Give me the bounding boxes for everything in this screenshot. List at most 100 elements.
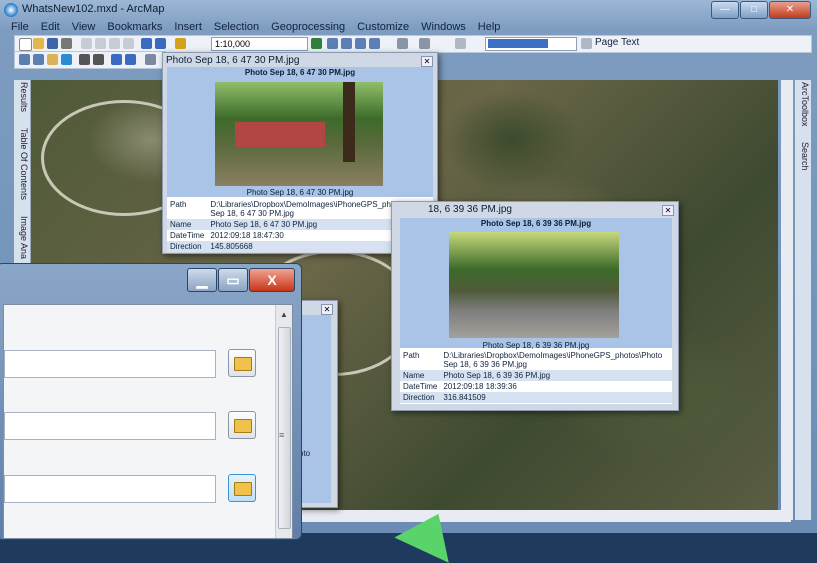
menu-help[interactable]: Help <box>473 20 506 35</box>
zoom-in-icon[interactable] <box>19 54 30 65</box>
menu-bar: File Edit View Bookmarks Insert Selectio… <box>6 20 811 35</box>
window-title: WhatsNew102.mxd - ArcMap <box>22 3 165 15</box>
menu-geoprocessing[interactable]: Geoprocessing <box>266 20 350 35</box>
arcmap-icon <box>4 3 18 17</box>
menu-view[interactable]: View <box>67 20 101 35</box>
maximize-button[interactable]: □ <box>740 1 768 19</box>
back-icon[interactable] <box>111 54 122 65</box>
redo-icon[interactable] <box>155 38 166 49</box>
page-text-menu[interactable]: Page Text <box>595 37 639 48</box>
table-row: Path D:\Libraries\Dropbox\DemoImages\iPho… <box>403 351 663 369</box>
path-field-1[interactable] <box>4 350 216 378</box>
photo-caption: Photo Sep 18, 6 47 30 PM.jpg <box>246 188 354 197</box>
map-scale-input[interactable]: 1:10,000 <box>211 37 308 51</box>
browse-button-2[interactable] <box>228 411 256 439</box>
catalog-icon[interactable] <box>341 38 352 49</box>
tab-table-of-contents[interactable]: Table Of Contents <box>15 128 29 200</box>
full-extent-icon[interactable] <box>61 54 72 65</box>
popup-body: Photo Sep 18, 6 39 36 PM.jpg Photo Sep 1… <box>400 218 672 404</box>
menu-insert[interactable]: Insert <box>169 20 207 35</box>
fixed-zoom-out-icon[interactable] <box>93 54 104 65</box>
python-icon[interactable] <box>419 38 430 49</box>
right-dock-strip: ArcToolbox Search <box>795 80 811 520</box>
tools-toolbar <box>14 51 166 69</box>
editor-icon[interactable] <box>311 38 322 49</box>
dialog-minimize-button[interactable]: ▁ <box>187 268 217 292</box>
tab-image-analysis[interactable]: Image Ana <box>15 216 29 259</box>
scroll-grip-icon: ≡ <box>279 430 285 440</box>
photo-popup-3[interactable]: ✕ oto <box>296 300 338 508</box>
search-window-icon[interactable] <box>355 38 366 49</box>
cut-icon[interactable] <box>81 38 92 49</box>
pan-icon[interactable] <box>47 54 58 65</box>
paste-icon[interactable] <box>109 38 120 49</box>
popup-title: Photo Sep 18, 6 47 30 PM.jpg <box>166 55 300 66</box>
layer-selection <box>488 39 548 48</box>
add-data-icon[interactable] <box>175 38 186 49</box>
menu-bookmarks[interactable]: Bookmarks <box>102 20 167 35</box>
layer-dropdown[interactable] <box>485 37 577 51</box>
popup-image-frame: Photo Sep 18, 6 47 30 PM.jpg <box>167 79 433 197</box>
dialog-close-button[interactable]: X <box>249 268 295 292</box>
scroll-up-arrow-icon[interactable]: ▲ <box>280 310 288 319</box>
popup-image-frame: Photo Sep 18, 6 39 36 PM.jpg <box>400 230 672 350</box>
next-icon[interactable] <box>581 38 592 49</box>
photo-caption: Photo Sep 18, 6 39 36 PM.jpg <box>482 341 590 350</box>
dialog-client-area: ▲ ≡ <box>3 304 293 539</box>
photo-popup-2[interactable]: 18, 6 39 36 PM.jpg ✕ Photo Sep 18, 6 39 … <box>391 201 679 411</box>
select-features-icon[interactable] <box>145 54 156 65</box>
browse-button-1[interactable] <box>228 349 256 377</box>
attribute-table: Path D:\Libraries\Dropbox\DemoImages\iPho… <box>400 350 672 403</box>
delete-icon[interactable] <box>123 38 134 49</box>
print-icon[interactable] <box>61 38 72 49</box>
table-row: Direction 316.841509 <box>400 392 672 403</box>
folder-icon <box>234 419 252 433</box>
caption-buttons: — □ ✕ <box>710 1 811 19</box>
path-field-2[interactable] <box>4 412 216 440</box>
dialog-caption-buttons: ▁ ▭ X <box>186 268 295 292</box>
tab-arctoolbox[interactable]: ArcToolbox <box>796 82 810 127</box>
popup-title: 18, 6 39 36 PM.jpg <box>428 204 512 215</box>
toolbox-icon[interactable] <box>369 38 380 49</box>
popup-header: Photo Sep 18, 6 47 30 PM.jpg <box>167 67 433 79</box>
toc-icon[interactable] <box>327 38 338 49</box>
close-button[interactable]: ✕ <box>769 1 811 19</box>
scroll-thumb[interactable] <box>278 327 291 529</box>
foreground-dialog: ▁ ▭ X ▲ ≡ <box>0 263 302 540</box>
menu-customize[interactable]: Customize <box>352 20 414 35</box>
popup-close-button[interactable]: ✕ <box>662 205 674 216</box>
menu-edit[interactable]: Edit <box>36 20 65 35</box>
minimize-button[interactable]: — <box>711 1 739 19</box>
dialog-scrollbar[interactable]: ▲ ≡ <box>275 305 292 538</box>
browse-button-3[interactable] <box>228 474 256 502</box>
new-icon[interactable] <box>19 38 32 51</box>
arcmap-window: WhatsNew102.mxd - ArcMap — □ ✕ File Edit… <box>0 0 817 563</box>
playground-photo <box>215 82 383 186</box>
popup-close-button[interactable]: ✕ <box>421 56 433 67</box>
zoom-out-icon[interactable] <box>33 54 44 65</box>
dialog-maximize-button[interactable]: ▭ <box>218 268 248 292</box>
table-row: Name Photo Sep 18, 6 39 36 PM.jpg <box>400 370 672 381</box>
tab-search[interactable]: Search <box>796 142 810 171</box>
menu-windows[interactable]: Windows <box>416 20 471 35</box>
forward-icon[interactable] <box>125 54 136 65</box>
menu-file[interactable]: File <box>6 20 34 35</box>
folder-icon <box>234 482 252 496</box>
menu-selection[interactable]: Selection <box>209 20 264 35</box>
previous-icon[interactable] <box>455 38 466 49</box>
map-vertical-scrollbar[interactable] <box>781 80 793 520</box>
tab-results[interactable]: Results <box>15 82 29 112</box>
copy-icon[interactable] <box>95 38 106 49</box>
undo-icon[interactable] <box>141 38 152 49</box>
fixed-zoom-in-icon[interactable] <box>79 54 90 65</box>
tree-trunk <box>343 82 355 162</box>
model-builder-icon[interactable] <box>397 38 408 49</box>
open-icon[interactable] <box>33 38 44 49</box>
road-photo <box>449 232 619 338</box>
popup-header: Photo Sep 18, 6 39 36 PM.jpg <box>400 218 672 230</box>
popup-body: oto <box>299 315 331 503</box>
title-bar: WhatsNew102.mxd - ArcMap — □ ✕ <box>0 0 817 20</box>
popup-close-button[interactable]: ✕ <box>321 304 333 315</box>
save-icon[interactable] <box>47 38 58 49</box>
path-field-3[interactable] <box>4 475 216 503</box>
